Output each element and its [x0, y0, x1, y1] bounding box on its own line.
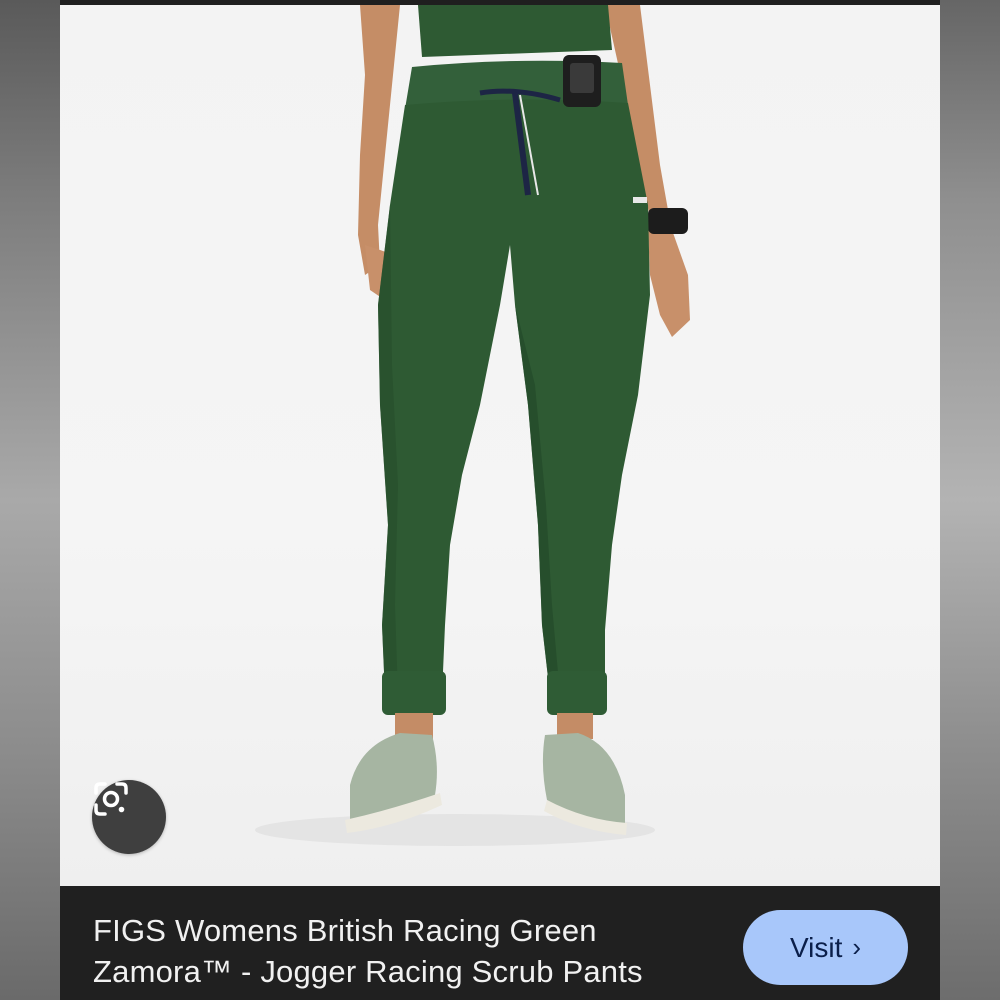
visit-button[interactable]: Visit › — [743, 910, 908, 985]
result-title[interactable]: FIGS Womens British Racing Green Zamora™… — [93, 910, 713, 992]
right-cuff — [547, 671, 607, 715]
product-image[interactable] — [60, 5, 940, 886]
result-title-line-1: FIGS Womens British Racing Green — [93, 913, 597, 948]
brand-logo — [633, 197, 647, 203]
visit-label: Visit — [789, 931, 843, 963]
smartwatch — [648, 208, 688, 234]
chevron-right-icon: › — [852, 932, 862, 962]
blurred-backdrop-left — [0, 0, 60, 1000]
google-lens-icon — [94, 782, 128, 816]
blurred-backdrop-right — [940, 0, 1000, 1000]
left-cuff — [382, 671, 446, 715]
right-hand — [648, 230, 690, 337]
result-title-line-2: Zamora™ - Jogger Racing Scrub Pants — [93, 954, 643, 989]
jogger-pants — [378, 99, 650, 695]
google-lens-button[interactable] — [92, 780, 166, 854]
result-caption-bar: FIGS Womens British Racing Green Zamora™… — [60, 886, 940, 1000]
scrub-top — [418, 5, 612, 57]
product-illustration — [255, 5, 690, 846]
